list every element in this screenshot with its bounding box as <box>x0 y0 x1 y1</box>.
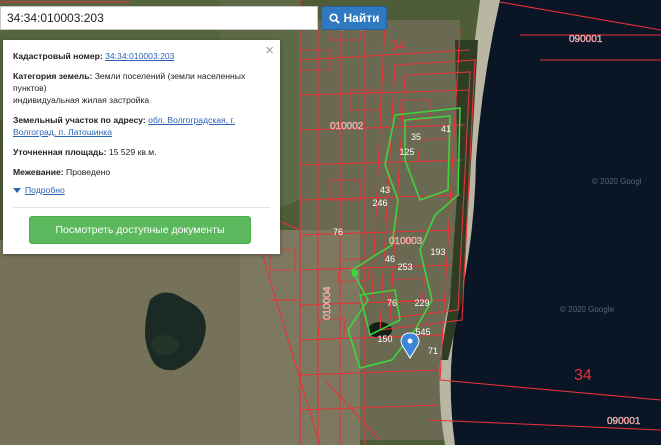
address-label: Земельный участок по адресу: <box>13 115 146 125</box>
search-box <box>0 6 318 30</box>
chevron-down-icon <box>13 187 21 193</box>
area-value: 15 529 кв.м. <box>108 147 157 157</box>
quarter-label-2: 34 <box>574 367 592 384</box>
search-icon <box>328 12 340 24</box>
search-input[interactable] <box>1 7 317 29</box>
parcel-label: 193 <box>430 247 445 257</box>
cadastral-label: Кадастровый номер: <box>13 51 103 61</box>
parcel-info-card: × Кадастровый номер: 34:34:010003:203 Ка… <box>3 40 280 254</box>
block-label-010004: 010004 <box>322 286 333 320</box>
area-label: Уточненная площадь: <box>13 147 107 157</box>
category-label: Категория земель: <box>13 71 93 81</box>
cadastral-row: Кадастровый номер: 34:34:010003:203 <box>13 50 270 62</box>
parcel-label: 41 <box>441 124 451 134</box>
parcel-label: 71 <box>428 346 438 356</box>
category-row: Категория земель: Земли поселений (земли… <box>13 70 270 106</box>
search-button-label: Найти <box>343 11 380 25</box>
category-use: индивидуальная жилая застройка <box>13 95 150 105</box>
view-documents-button[interactable]: Посмотреть доступные документы <box>29 216 251 244</box>
parcel-label: 43 <box>380 185 390 195</box>
watermark: © 2020 Google <box>560 305 614 314</box>
area-row: Уточненная площадь: 15 529 кв.м. <box>13 146 270 158</box>
block-label-010002: 010002 <box>330 121 364 132</box>
parcel-label: 229 <box>414 298 429 308</box>
survey-row: Межевание: Проведено <box>13 166 270 178</box>
close-icon[interactable]: × <box>265 43 274 58</box>
parcel-label: 545 <box>415 327 430 337</box>
parcel-label: 150 <box>377 334 392 344</box>
parcel-label: 125 <box>399 147 414 157</box>
block-label-090001-bottom: 090001 <box>607 416 641 427</box>
survey-value: Проведено <box>66 167 111 177</box>
quarter-label: 34 <box>390 37 406 53</box>
parcel-label: 35 <box>411 132 421 142</box>
address-row: Земельный участок по адресу: обл. Волгог… <box>13 114 270 138</box>
more-details-link[interactable]: Подробно <box>25 184 65 196</box>
search-button[interactable]: Найти <box>321 6 387 30</box>
block-label-010003: 010003 <box>389 236 423 247</box>
parcel-label: 253 <box>397 262 412 272</box>
parcel-label: 76 <box>333 227 343 237</box>
parcel-label: 76 <box>387 298 397 308</box>
more-details-toggle[interactable]: Подробно <box>13 184 270 196</box>
survey-label: Межевание: <box>13 167 64 177</box>
divider <box>13 207 270 208</box>
cadastral-number-link[interactable]: 34:34:010003:203 <box>105 51 174 61</box>
parcel-label: 246 <box>372 198 387 208</box>
parcel-label: 46 <box>385 254 395 264</box>
block-label-090001-top: 090001 <box>569 34 603 45</box>
watermark: © 2020 Googl <box>592 177 642 186</box>
